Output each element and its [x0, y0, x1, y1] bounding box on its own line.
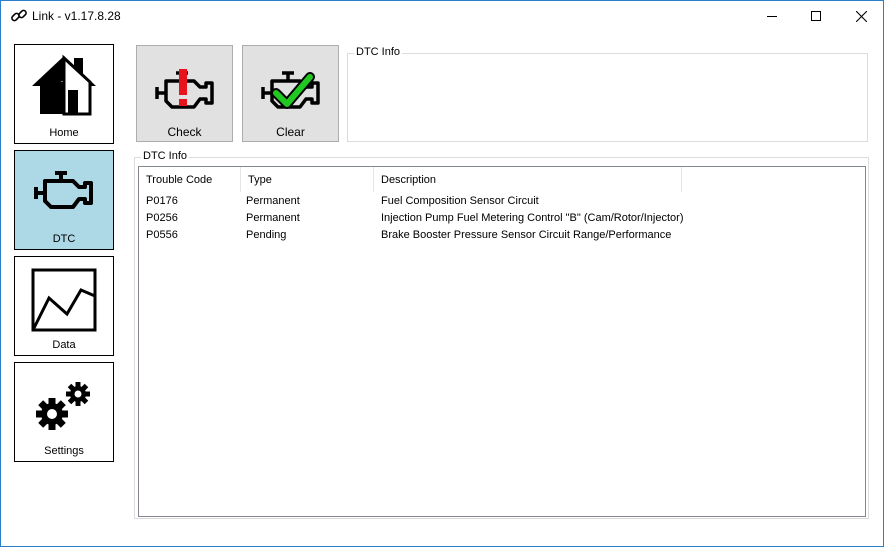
close-button[interactable] [838, 1, 884, 31]
title-bar: Link - v1.17.8.28 [1, 1, 883, 31]
window-title: Link - v1.17.8.28 [32, 9, 121, 23]
sidebar-item-data[interactable]: Data [14, 256, 114, 356]
engine-icon [15, 151, 113, 231]
sidebar-item-dtc[interactable]: DTC [14, 150, 114, 250]
sidebar-item-label: Home [49, 127, 79, 139]
maximize-button[interactable] [793, 1, 839, 31]
type-cell: Permanent [246, 195, 300, 207]
table-row[interactable]: P0256 Permanent Injection Pump Fuel Mete… [139, 210, 865, 227]
table-row[interactable]: P0176 Permanent Fuel Composition Sensor … [139, 193, 865, 210]
clear-button-label: Clear [276, 125, 305, 139]
table-row[interactable]: P0556 Pending Brake Booster Pressure Sen… [139, 227, 865, 244]
minimize-icon [767, 16, 777, 17]
engine-warning-icon [137, 46, 232, 128]
list-header: Trouble Code Type Description [139, 167, 865, 192]
home-icon [15, 45, 113, 125]
sidebar-item-home[interactable]: Home [14, 44, 114, 144]
app-window: Link - v1.17.8.28 Home DTC Data Settings… [0, 0, 884, 547]
column-header-description[interactable]: Description [374, 167, 682, 192]
dtc-info-panel: DTC Info [347, 46, 868, 142]
description-cell: Brake Booster Pressure Sensor Circuit Ra… [381, 229, 672, 241]
sidebar-item-label: Data [52, 339, 76, 351]
check-button-label: Check [167, 125, 202, 139]
gears-icon [15, 363, 113, 443]
sidebar-item-label: Settings [44, 445, 84, 457]
engine-ok-icon [243, 46, 338, 128]
close-icon [855, 10, 867, 22]
minimize-button[interactable] [749, 1, 795, 31]
column-header-trouble-code[interactable]: Trouble Code [139, 167, 241, 192]
check-button[interactable]: Check [136, 45, 233, 142]
trouble-code-cell: P0556 [146, 229, 178, 241]
maximize-icon [811, 11, 821, 21]
clear-button[interactable]: Clear [242, 45, 339, 142]
chart-icon [15, 257, 113, 337]
dtc-list-view[interactable]: Trouble Code Type Description P0176 Perm… [138, 166, 866, 517]
description-cell: Fuel Composition Sensor Circuit [381, 195, 539, 207]
sidebar-item-label: DTC [52, 233, 76, 245]
link-icon [11, 9, 27, 22]
dtc-info-panel-legend: DTC Info [354, 46, 403, 58]
dtc-list-group-legend: DTC Info [141, 150, 190, 162]
sidebar-item-settings[interactable]: Settings [14, 362, 114, 462]
trouble-code-cell: P0256 [146, 212, 178, 224]
column-header-type[interactable]: Type [241, 167, 374, 192]
type-cell: Pending [246, 229, 287, 241]
trouble-code-cell: P0176 [146, 195, 178, 207]
type-cell: Permanent [246, 212, 300, 224]
description-cell: Injection Pump Fuel Metering Control "B"… [381, 212, 684, 224]
